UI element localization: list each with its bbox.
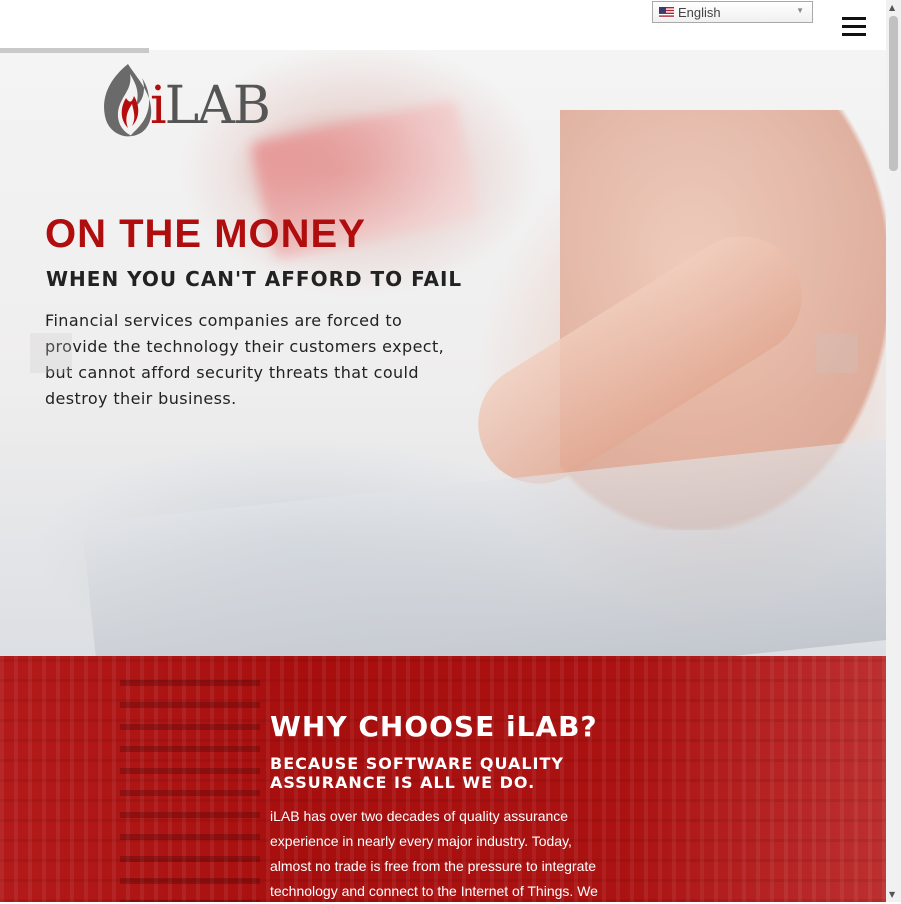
scroll-down-icon[interactable]: ▼ [889, 890, 895, 899]
page-scrollbar[interactable]: ▲ ▼ [886, 0, 901, 902]
language-select-label: English [678, 5, 721, 20]
slider-next-button[interactable] [816, 333, 858, 373]
hero-subtitle: WHEN YOU CAN'T AFFORD TO FAIL [46, 267, 463, 291]
hero-description: Financial services companies are forced … [45, 311, 445, 408]
flame-logo-icon [104, 64, 152, 137]
hero-device-image [81, 437, 886, 656]
scroll-up-icon[interactable]: ▲ [889, 3, 895, 12]
caret-down-icon: ▼ [796, 6, 804, 15]
why-choose-subtitle: BECAUSE SOFTWARE QUALITY ASSURANCE IS AL… [270, 754, 565, 792]
logo-wordmark: iLAB [150, 76, 271, 136]
slider-progress-bar [0, 48, 149, 53]
server-rack-background [120, 676, 260, 902]
ilab-logo[interactable]: iLAB [98, 62, 278, 140]
scrollbar-thumb[interactable] [889, 16, 898, 171]
hero-title: ON THE MONEY [45, 212, 366, 256]
why-choose-title: WHY CHOOSE iLAB? [270, 710, 598, 743]
slider-prev-button[interactable] [30, 333, 72, 373]
us-flag-icon [659, 7, 674, 18]
why-choose-description: iLAB has over two decades of quality ass… [270, 808, 598, 899]
hamburger-menu-icon[interactable] [842, 17, 866, 37]
language-select[interactable]: English ▼ [652, 1, 813, 23]
